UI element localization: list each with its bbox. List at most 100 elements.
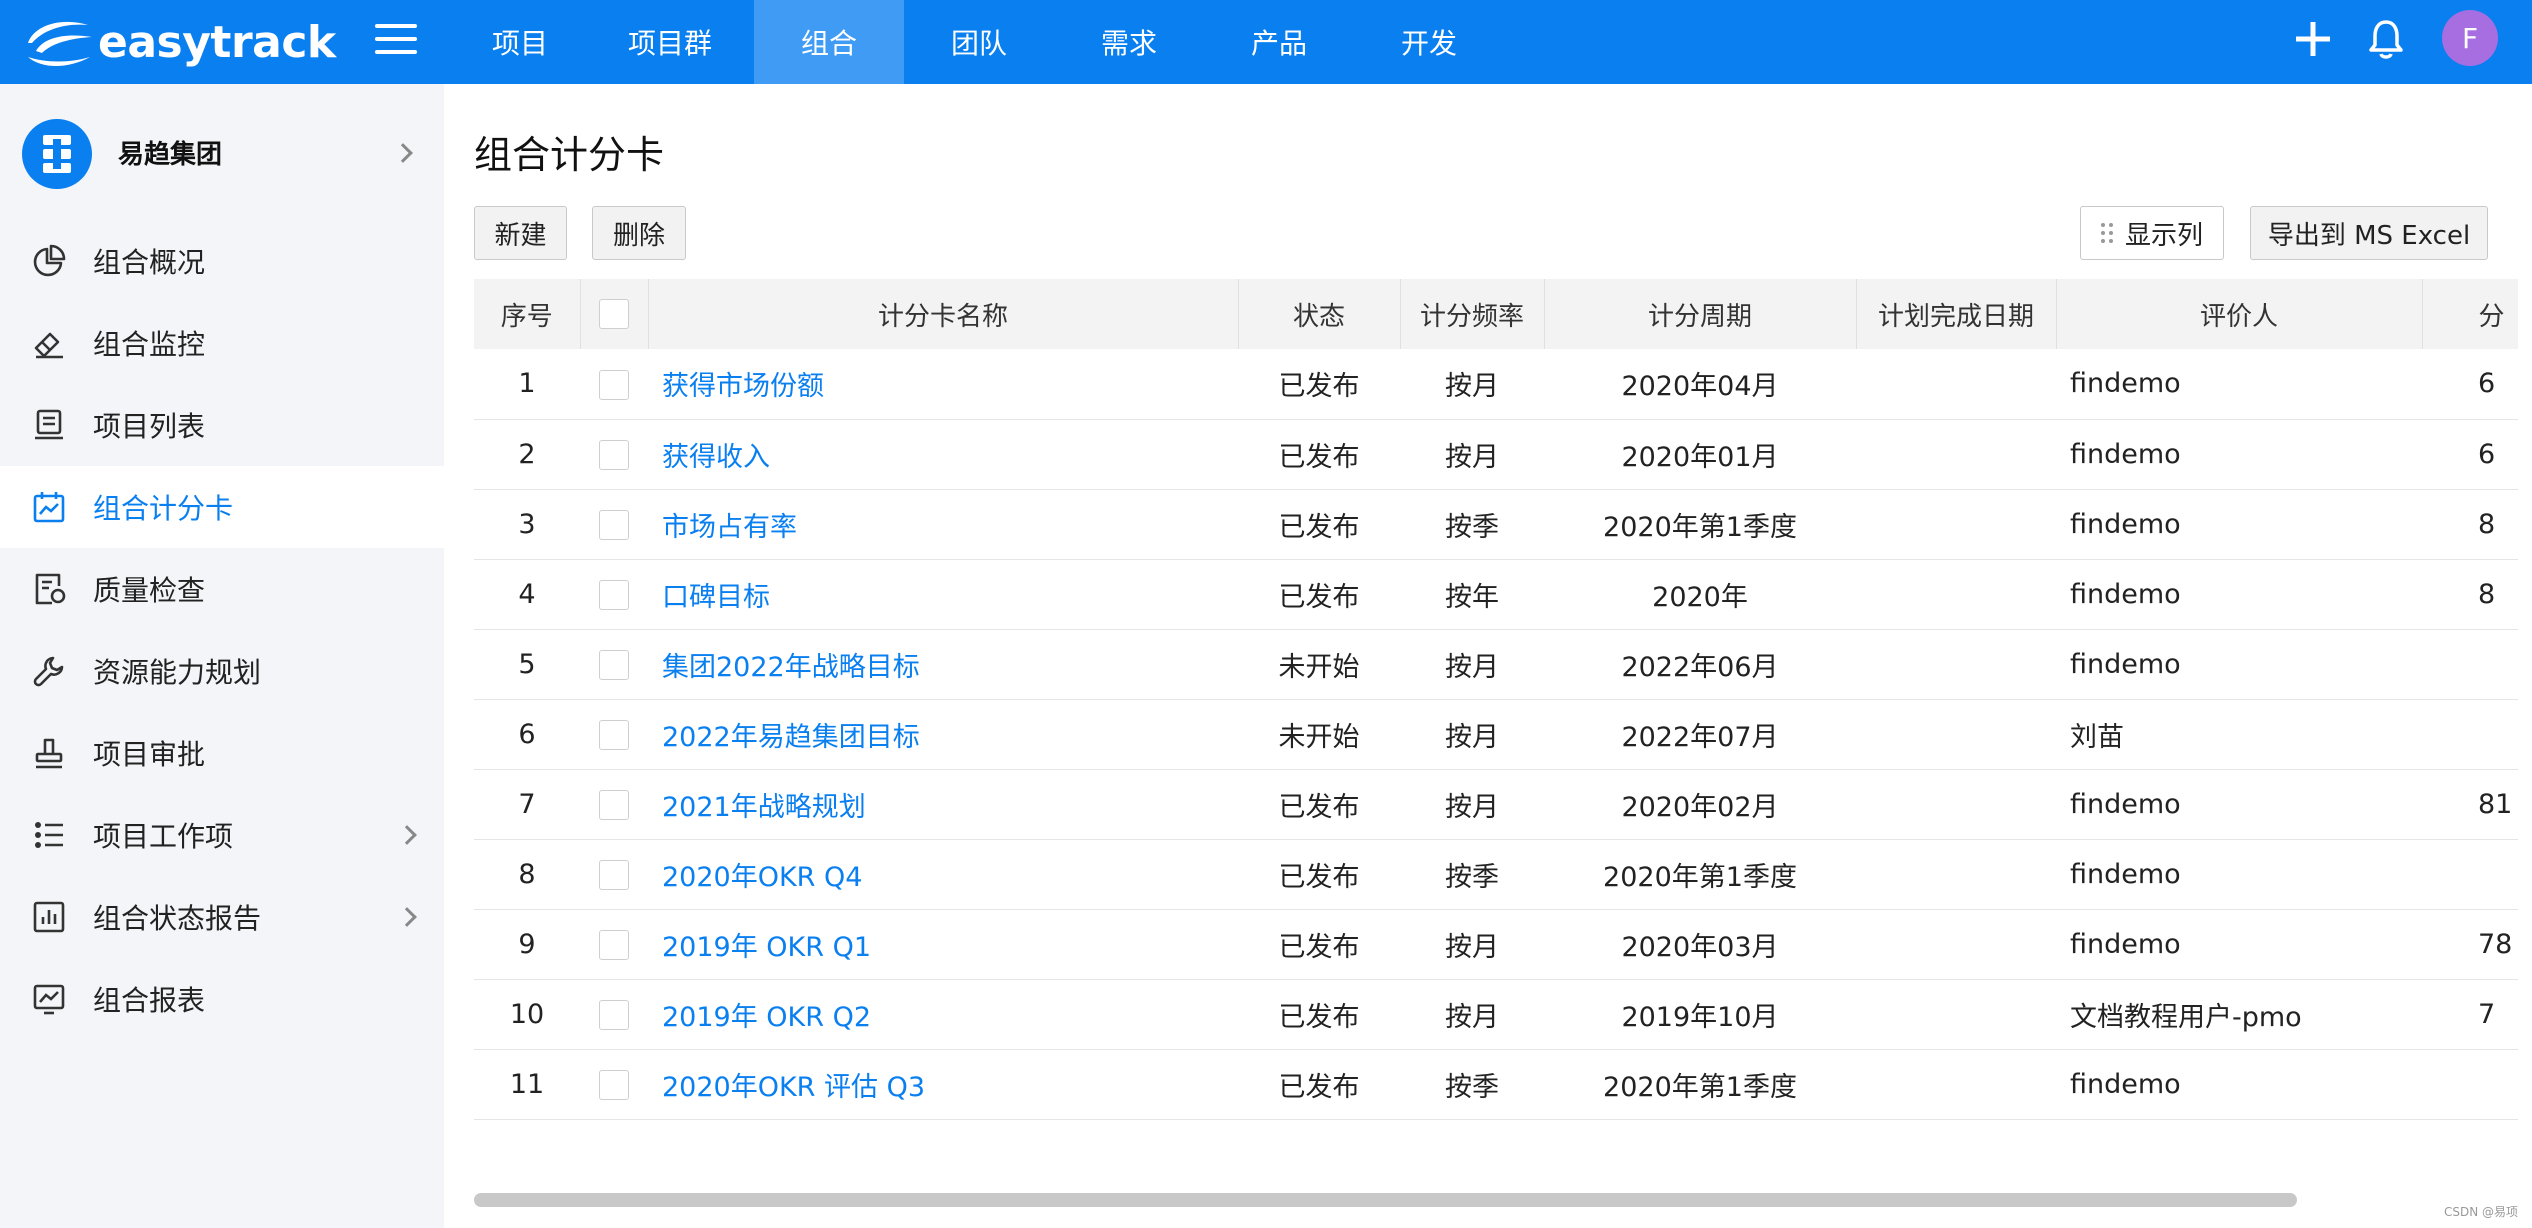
row-frequency: 按月 — [1400, 979, 1544, 1050]
row-checkbox[interactable] — [599, 719, 629, 750]
scorecard-name-link[interactable]: 2019年 OKR Q1 — [662, 932, 871, 963]
line-chart-icon — [33, 984, 65, 1015]
row-checkbox[interactable] — [599, 929, 629, 960]
row-checkbox[interactable] — [599, 579, 629, 610]
column-header-status[interactable]: 状态 — [1238, 279, 1401, 349]
table-row[interactable]: 122021年战略规划已发布按月2020年02月findemo6 — [474, 1119, 2518, 1129]
brand-logo[interactable]: easytrack — [22, 8, 336, 76]
nav-tab-projects[interactable]: 项目 — [445, 0, 595, 84]
sidebar-item-project-approval[interactable]: 项目审批 — [0, 712, 444, 794]
sidebar-item-portfolio-overview[interactable]: 组合概况 — [0, 220, 444, 302]
row-select[interactable] — [580, 489, 648, 560]
sidebar-item-resource-planning[interactable]: 资源能力规划 — [0, 630, 444, 712]
scorecard-name-link[interactable]: 获得收入 — [662, 442, 770, 473]
table-row[interactable]: 7 2021年战略规划 已发布 按月 2020年02月 findemo 81 — [474, 769, 2518, 840]
row-period: 2020年01月 — [1544, 419, 1856, 490]
nav-tab-products[interactable]: 产品 — [1204, 0, 1354, 84]
column-header-frequency[interactable]: 计分频率 — [1400, 279, 1545, 349]
row-select[interactable] — [580, 1049, 648, 1120]
nav-tab-requirements[interactable]: 需求 — [1054, 0, 1204, 84]
nav-tab-programs[interactable]: 项目群 — [595, 0, 745, 84]
scorecard-name-link[interactable]: 2019年 OKR Q2 — [662, 1002, 871, 1033]
column-header-name[interactable]: 计分卡名称 — [648, 279, 1239, 349]
stamp-icon — [35, 738, 63, 769]
table-row[interactable]: 11 2020年OKR 评估 Q3 已发布 按季 2020年第1季度 findemo — [474, 1049, 2518, 1120]
table-row[interactable]: 8 2020年OKR Q4 已发布 按季 2020年第1季度 findemo — [474, 839, 2518, 910]
column-header-rater[interactable]: 评价人 — [2056, 279, 2423, 349]
row-checkbox[interactable] — [599, 509, 629, 540]
menu-toggle-icon[interactable] — [375, 24, 417, 60]
sidebar-item-portfolio-scorecard[interactable]: 组合计分卡 — [0, 466, 444, 548]
bell-icon[interactable] — [2368, 18, 2404, 60]
horizontal-scrollbar[interactable] — [474, 1193, 2297, 1207]
row-score: 78 — [2422, 909, 2518, 980]
user-avatar[interactable]: F — [2442, 10, 2498, 66]
scorecard-name-link[interactable]: 2020年OKR 评估 Q3 — [662, 1072, 925, 1103]
task-list-icon — [35, 822, 63, 848]
row-select[interactable] — [580, 909, 648, 980]
table-row[interactable]: 6 2022年易趋集团目标 未开始 按月 2022年07月 刘苗 — [474, 699, 2518, 770]
brand-name: easytrack — [98, 16, 336, 68]
scorecard-name-link[interactable]: 集团2022年战略目标 — [662, 652, 920, 683]
column-header-due-date[interactable]: 计划完成日期 — [1856, 279, 2057, 349]
column-header-index[interactable]: 序号 — [474, 279, 581, 349]
table-row[interactable]: 9 2019年 OKR Q1 已发布 按月 2020年03月 findemo 78 — [474, 909, 2518, 980]
new-button[interactable]: 新建 — [474, 206, 567, 260]
row-select[interactable] — [580, 699, 648, 770]
sidebar-item-label: 组合计分卡 — [93, 492, 234, 525]
table-row[interactable]: 5 集团2022年战略目标 未开始 按月 2022年06月 findemo — [474, 629, 2518, 700]
easytrack-logo-icon — [28, 21, 92, 66]
show-columns-button[interactable]: 显示列 — [2080, 206, 2224, 260]
row-due-date — [1856, 559, 2056, 630]
table-row[interactable]: 3 市场占有率 已发布 按季 2020年第1季度 findemo 8 — [474, 489, 2518, 560]
org-switcher[interactable]: 易趋集团 — [0, 84, 444, 224]
row-checkbox[interactable] — [599, 439, 629, 470]
row-checkbox[interactable] — [599, 369, 629, 400]
column-header-period[interactable]: 计分周期 — [1544, 279, 1857, 349]
row-select[interactable] — [580, 839, 648, 910]
row-index: 9 — [474, 909, 580, 980]
row-checkbox[interactable] — [599, 789, 629, 820]
scorecard-name-link[interactable]: 获得市场份额 — [662, 371, 824, 402]
row-checkbox[interactable] — [599, 649, 629, 680]
select-all-checkbox[interactable] — [599, 299, 629, 330]
scorecard-name-link[interactable]: 2020年OKR Q4 — [662, 862, 862, 893]
nav-tab-team[interactable]: 团队 — [904, 0, 1054, 84]
row-select[interactable] — [580, 629, 648, 700]
column-header-score[interactable]: 分 — [2422, 279, 2518, 349]
row-select[interactable] — [580, 769, 648, 840]
scorecard-name-link[interactable]: 2022年易趋集团目标 — [662, 722, 920, 753]
sidebar-item-portfolio-monitor[interactable]: 组合监控 — [0, 302, 444, 384]
table-row[interactable]: 10 2019年 OKR Q2 已发布 按月 2019年10月 文档教程用户-pmo 7 — [474, 979, 2518, 1050]
delete-button[interactable]: 删除 — [592, 206, 686, 260]
table-row[interactable]: 4 口碑目标 已发布 按年 2020年 findemo 8 — [474, 559, 2518, 630]
add-icon[interactable] — [2294, 20, 2332, 58]
table-header-row: 序号 计分卡名称 状态 计分频率 计分周期 计划完成日期 评价人 分 — [474, 279, 2518, 349]
row-select[interactable] — [580, 419, 648, 490]
scorecard-name-link[interactable]: 2021年战略规划 — [662, 792, 866, 823]
column-header-select[interactable] — [580, 279, 649, 349]
row-period: 2020年02月 — [1544, 769, 1856, 840]
row-select[interactable] — [580, 559, 648, 630]
sidebar-item-portfolio-reports[interactable]: 组合报表 — [0, 958, 444, 1040]
table-row[interactable]: 2 获得收入 已发布 按月 2020年01月 findemo 6 — [474, 419, 2518, 490]
nav-tab-development[interactable]: 开发 — [1354, 0, 1504, 84]
row-select[interactable] — [580, 349, 648, 420]
row-index: 1 — [474, 349, 580, 420]
row-checkbox[interactable] — [599, 1069, 629, 1100]
row-checkbox[interactable] — [599, 859, 629, 890]
scorecard-name-link[interactable]: 市场占有率 — [662, 512, 797, 543]
row-checkbox[interactable] — [599, 999, 629, 1030]
table-row[interactable]: 1 获得市场份额 已发布 按月 2020年04月 findemo 6 — [474, 349, 2518, 420]
row-select[interactable] — [580, 1119, 648, 1129]
scorecard-name-link[interactable]: 口碑目标 — [662, 582, 770, 613]
sidebar-item-work-items[interactable]: 项目工作项 — [0, 794, 444, 876]
row-score: 81 — [2422, 769, 2518, 840]
nav-tab-portfolio[interactable]: 组合 — [754, 0, 904, 84]
row-select[interactable] — [580, 979, 648, 1050]
sidebar-item-project-list[interactable]: 项目列表 — [0, 384, 444, 466]
sidebar-item-status-report[interactable]: 组合状态报告 — [0, 876, 444, 958]
export-excel-button[interactable]: 导出到 MS Excel — [2250, 206, 2488, 260]
row-status: 已发布 — [1238, 419, 1400, 490]
sidebar-item-quality-check[interactable]: 质量检查 — [0, 548, 444, 630]
